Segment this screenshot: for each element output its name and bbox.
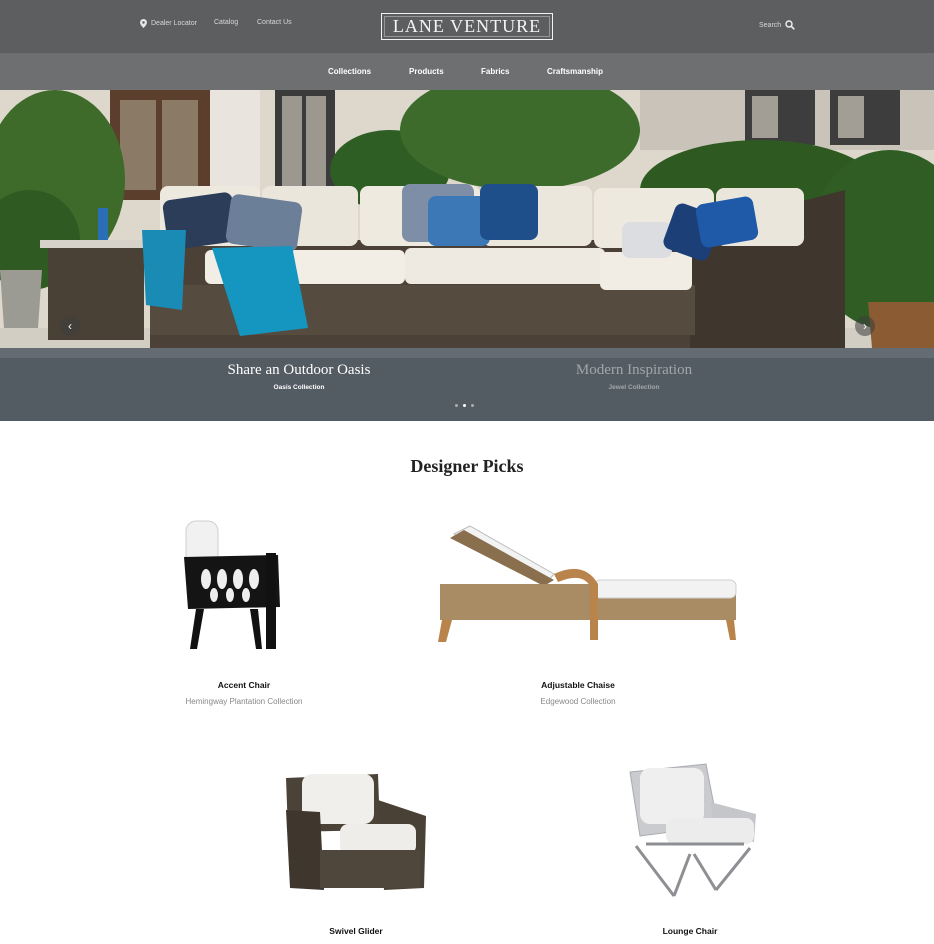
chevron-right-icon: › <box>863 319 867 333</box>
dealer-locator-label: Dealer Locator <box>151 20 197 27</box>
product-collection-adjustable-chaise[interactable]: Edgewood Collection <box>448 697 708 706</box>
logo-inner-border <box>384 16 550 37</box>
hero-carousel[interactable]: ‹ › <box>0 90 934 421</box>
search-icon[interactable] <box>785 20 795 30</box>
catalog-link[interactable]: Catalog <box>214 19 238 26</box>
product-collection-accent-chair[interactable]: Hemingway Plantation Collection <box>114 697 374 706</box>
carousel-dot-active[interactable] <box>463 404 466 407</box>
main-nav: Collections Products Fabrics Craftsmansh… <box>0 53 934 90</box>
nav-craftsmanship[interactable]: Craftsmanship <box>547 67 603 76</box>
nav-products[interactable]: Products <box>409 67 444 76</box>
carousel-next-arrow[interactable]: › <box>855 316 875 336</box>
adjustable-chaise-image[interactable] <box>434 520 740 645</box>
top-bar: Dealer Locator Catalog Contact Us LANE V… <box>0 0 934 53</box>
accent-chair-image[interactable] <box>180 515 290 655</box>
dealer-locator-link[interactable]: Dealer Locator <box>140 19 197 28</box>
carousel-dot[interactable] <box>455 404 458 407</box>
search-label[interactable]: Search <box>759 22 781 29</box>
lounge-chair-image[interactable] <box>626 762 762 900</box>
chevron-left-icon: ‹ <box>68 319 72 333</box>
carousel-dots <box>455 404 474 407</box>
nav-collections[interactable]: Collections <box>328 67 371 76</box>
carousel-prev-arrow[interactable]: ‹ <box>60 316 80 336</box>
contact-us-link[interactable]: Contact Us <box>257 19 292 26</box>
product-name-lounge-chair[interactable]: Lounge Chair <box>560 926 820 936</box>
slide-title-2[interactable]: Modern Inspiration <box>514 362 754 379</box>
product-name-adjustable-chaise[interactable]: Adjustable Chaise <box>448 680 708 690</box>
nav-fabrics[interactable]: Fabrics <box>481 67 509 76</box>
hero-photo <box>0 90 934 421</box>
section-title-designer-picks: Designer Picks <box>410 456 524 476</box>
product-name-swivel-glider[interactable]: Swivel Glider <box>226 926 486 936</box>
slide-subtitle-2: Jewel Collection <box>608 384 660 391</box>
lane-venture-logo[interactable]: LANE VENTURE <box>381 13 553 40</box>
swivel-glider-image[interactable] <box>280 770 430 895</box>
carousel-dot[interactable] <box>471 404 474 407</box>
product-name-accent-chair[interactable]: Accent Chair <box>114 680 374 690</box>
slide-title-1[interactable]: Share an Outdoor Oasis <box>179 362 419 379</box>
slide-subtitle-1: Oasis Collection <box>273 384 325 391</box>
map-pin-icon <box>140 19 147 28</box>
